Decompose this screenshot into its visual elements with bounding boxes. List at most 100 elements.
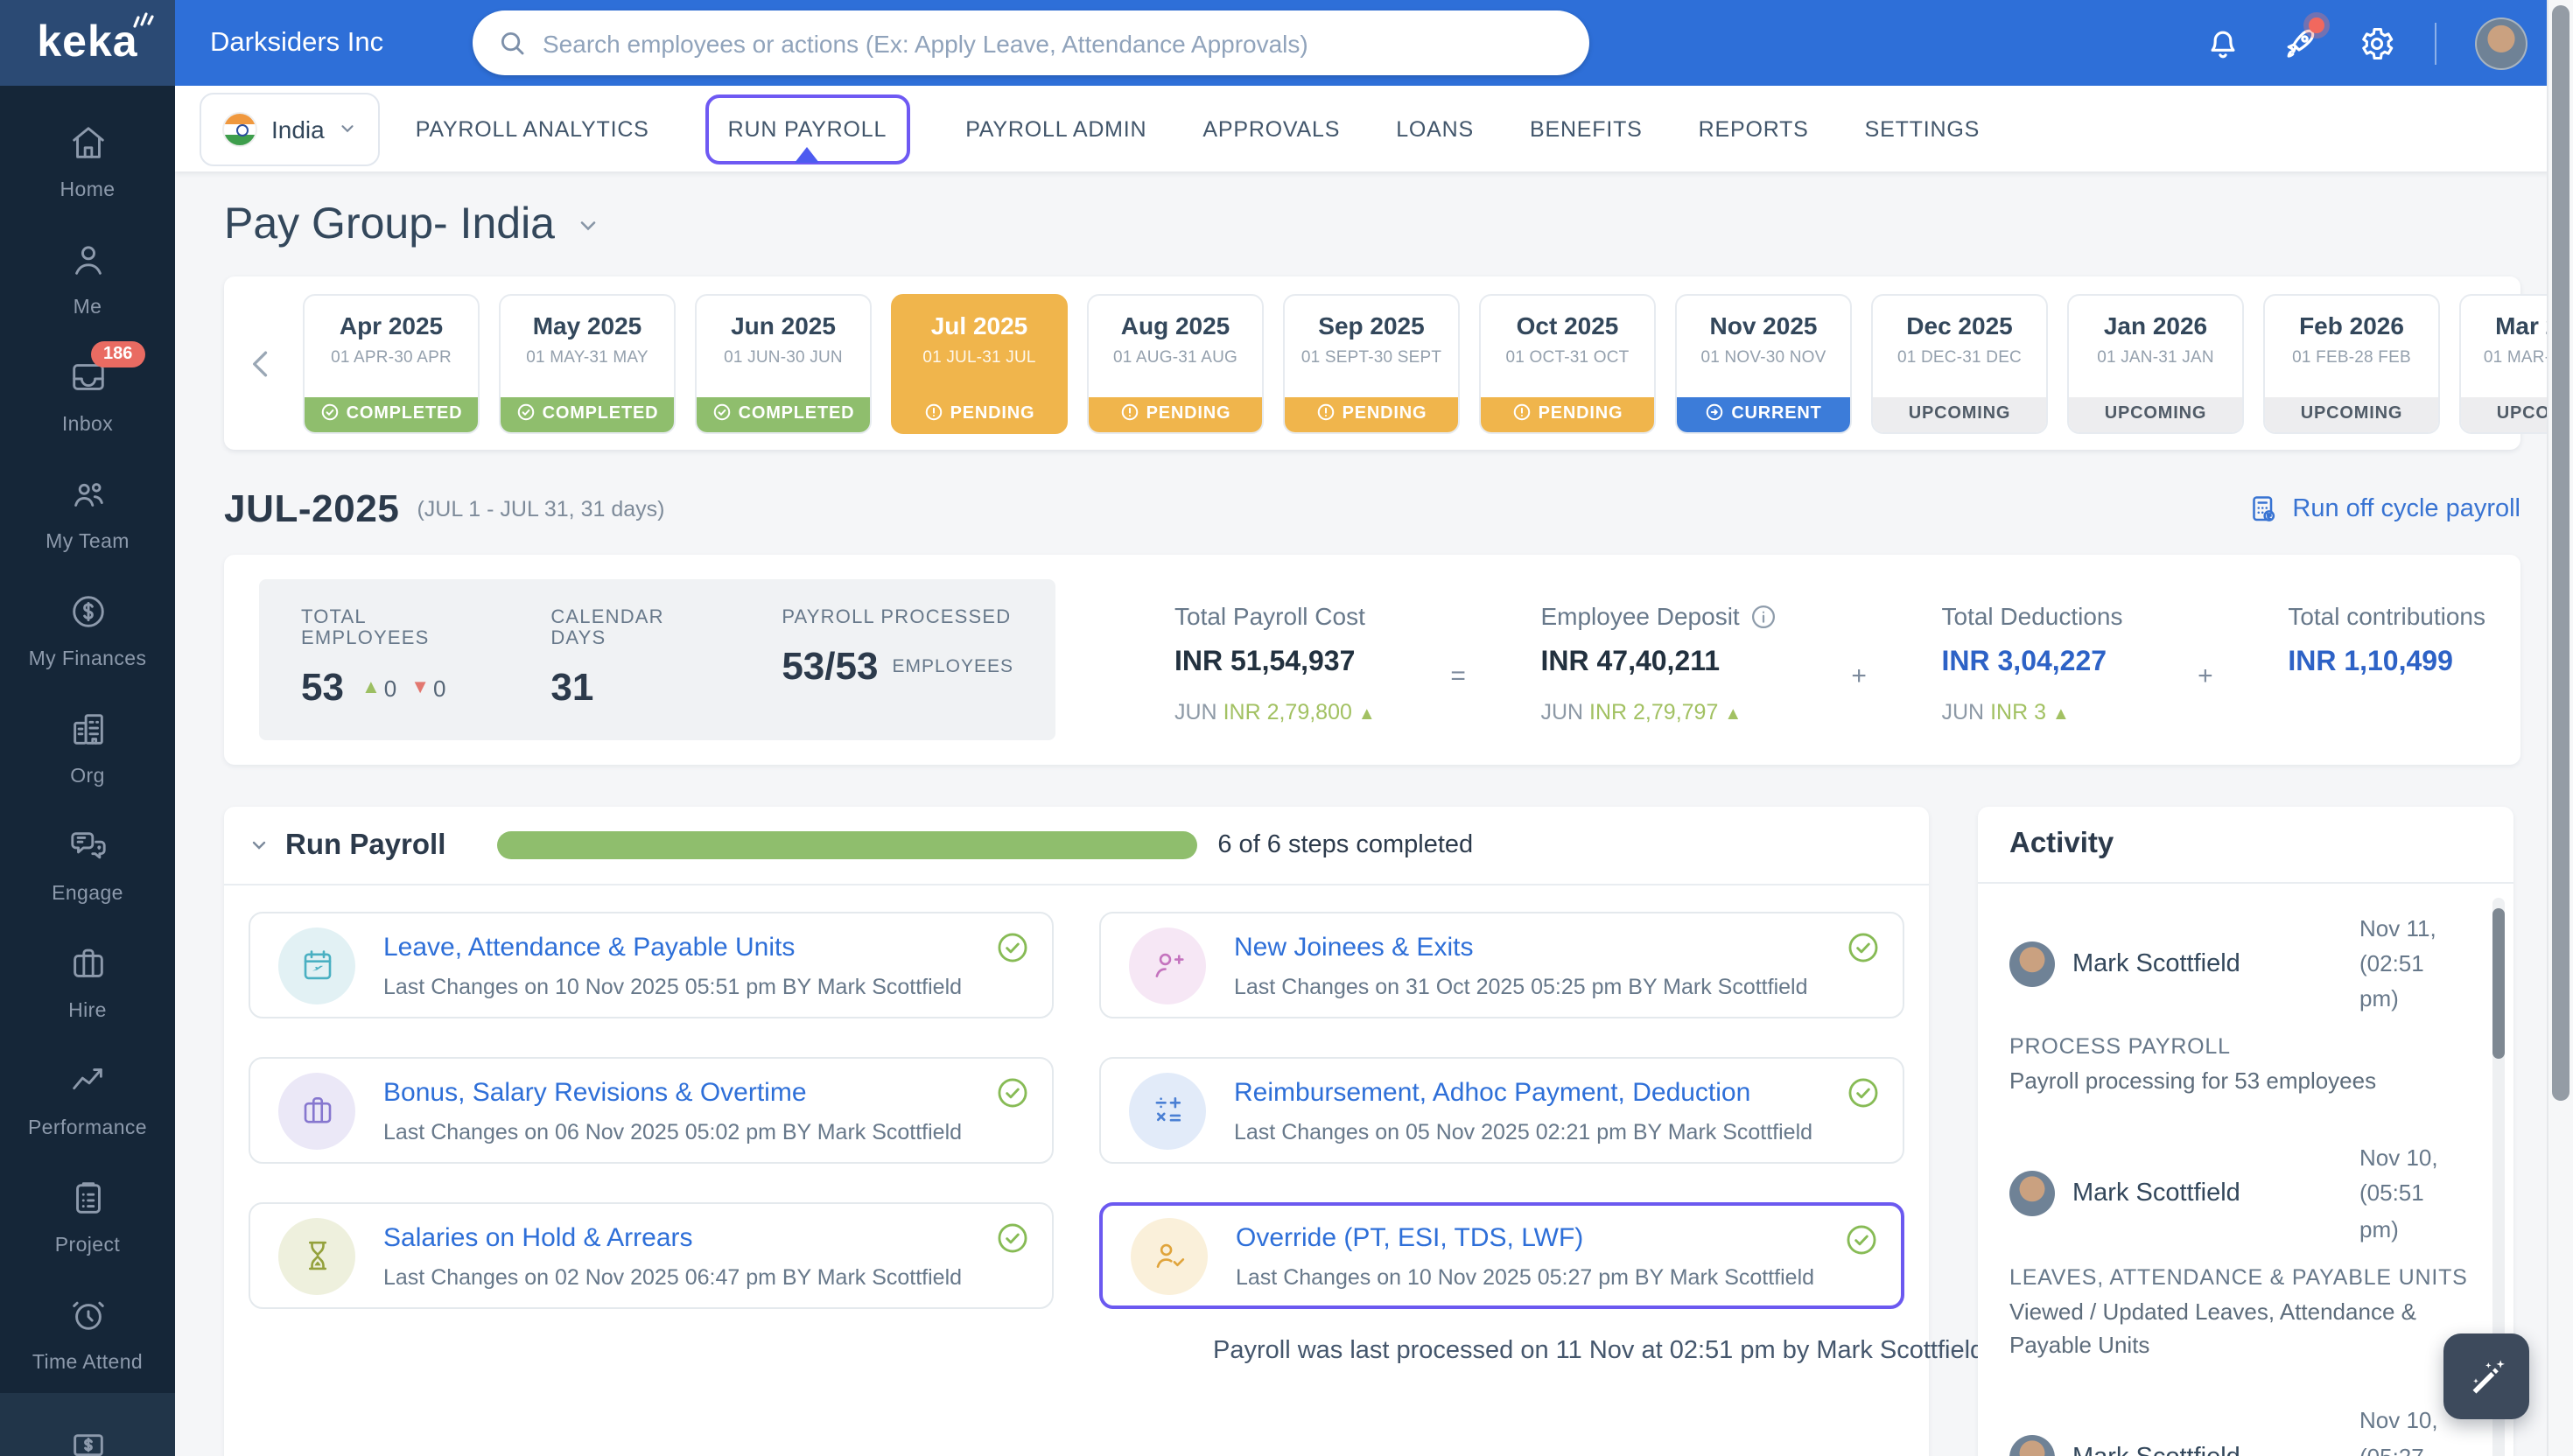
month-card-oct-2025[interactable]: Oct 2025 01 OCT-31 OCT PENDING xyxy=(1479,293,1656,433)
step-title[interactable]: Bonus, Salary Revisions & Overtime xyxy=(383,1077,962,1107)
carousel-prev-icon[interactable] xyxy=(242,344,280,382)
inbox-badge: 186 xyxy=(91,341,145,368)
previous-month-value: JUN INR 2,79,800 ▲ xyxy=(1174,700,1376,724)
step-last-changed: Last Changes on 02 Nov 2025 06:47 pm BY … xyxy=(383,1264,963,1289)
month-card-aug-2025[interactable]: Aug 2025 01 AUG-31 AUG PENDING xyxy=(1087,293,1264,433)
step-last-changed: Last Changes on 05 Nov 2025 02:21 pm BY … xyxy=(1234,1119,1813,1144)
step-title[interactable]: New Joinees & Exits xyxy=(1234,932,1808,962)
notification-dot xyxy=(2309,17,2324,32)
tab-loans[interactable]: LOANS xyxy=(1396,116,1474,141)
briefcase-icon xyxy=(278,1072,355,1149)
sidebar-item-org[interactable]: Org xyxy=(0,690,175,807)
search-placeholder: Search employees or actions (Ex: Apply L… xyxy=(543,29,1308,57)
activity-timestamp: Nov 11, (02:51 pm) xyxy=(2359,915,2436,1012)
last-processed-note: Payroll was last processed on 11 Nov at … xyxy=(1213,1337,1985,1365)
tab-payroll-admin[interactable]: PAYROLL ADMIN xyxy=(965,116,1146,141)
status-arrow-icon xyxy=(1705,402,1724,426)
month-range: 01 APR-30 APR xyxy=(331,347,452,367)
sidebar-item-project[interactable]: Project xyxy=(0,1158,175,1276)
step-card-override-pt-esi-tds-lwf[interactable]: Override (PT, ESI, TDS, LWF) Last Changes… xyxy=(1099,1202,1904,1309)
step-title[interactable]: Reimbursement, Adhoc Payment, Deduction xyxy=(1234,1077,1812,1107)
global-search-input[interactable]: Search employees or actions (Ex: Apply L… xyxy=(473,10,1589,75)
user-avatar[interactable] xyxy=(2475,17,2527,69)
month-card-nov-2025[interactable]: Nov 2025 01 NOV-30 NOV CURRENT xyxy=(1675,293,1852,433)
sidebar-item-performance[interactable]: Performance xyxy=(0,1041,175,1158)
month-card-dec-2025[interactable]: Dec 2025 01 DEC-31 DEC UPCOMING xyxy=(1871,293,2048,433)
sidebar-item-inbox[interactable]: Inbox 186 xyxy=(0,338,175,455)
step-card-leave-attendance-payable-units[interactable]: Leave, Attendance & Payable Units Last Ch… xyxy=(249,912,1054,1018)
month-range: 01 AUG-31 AUG xyxy=(1112,347,1237,367)
cost-value: INR 51,54,937 xyxy=(1174,648,1356,677)
step-complete-check-icon xyxy=(1847,931,1880,964)
activity-user-name[interactable]: Mark Scottfield xyxy=(2072,1443,2359,1456)
header-actions xyxy=(2204,0,2527,86)
sidebar-item-hire[interactable]: Hire xyxy=(0,924,175,1041)
previous-month-value: JUN INR 2,79,797 ▲ xyxy=(1540,700,1742,724)
month-name: May 2025 xyxy=(532,311,642,339)
month-card-apr-2025[interactable]: Apr 2025 01 APR-30 APR COMPLETED xyxy=(303,293,480,433)
tab-approvals[interactable]: APPROVALS xyxy=(1202,116,1340,141)
team-icon xyxy=(67,474,108,523)
title-chevron-down-icon[interactable] xyxy=(576,213,600,237)
activity-timestamp: Nov 10, (05:51 pm) xyxy=(2359,1144,2438,1242)
step-card-reimbursement-adhoc-payment-deduction[interactable]: Reimbursement, Adhoc Payment, Deduction L… xyxy=(1099,1057,1904,1164)
step-card-new-joinees-exits[interactable]: New Joinees & Exits Last Changes on 31 Oc… xyxy=(1099,912,1904,1018)
month-card-feb-2026[interactable]: Feb 2026 01 FEB-28 FEB UPCOMING xyxy=(2263,293,2440,433)
activity-user-name[interactable]: Mark Scottfield xyxy=(2072,1180,2359,1208)
settings-gear-icon[interactable] xyxy=(2358,24,2396,62)
region-selector[interactable]: India xyxy=(200,92,381,165)
tab-settings[interactable]: SETTINGS xyxy=(1865,116,1980,141)
step-title[interactable]: Salaries on Hold & Arrears xyxy=(383,1222,962,1252)
sidebar-item-engage[interactable]: Engage xyxy=(0,807,175,924)
step-title[interactable]: Override (PT, ESI, TDS, LWF) xyxy=(1236,1222,1814,1252)
sidebar-item-payroll[interactable] xyxy=(0,1393,175,1456)
month-card-jul-2025[interactable]: Jul 2025 01 JUL-31 JUL PENDING xyxy=(891,293,1068,433)
activity-avatar xyxy=(2009,1434,2055,1456)
step-card-bonus-salary-revisions-overtime[interactable]: Bonus, Salary Revisions & Overtime Last C… xyxy=(249,1057,1054,1164)
active-tab-indicator[interactable]: RUN PAYROLL xyxy=(705,94,910,164)
month-card-sep-2025[interactable]: Sep 2025 01 SEPT-30 SEPT PENDING xyxy=(1283,293,1460,433)
run-off-cycle-payroll-link[interactable]: Run off cycle payroll xyxy=(2247,494,2520,525)
sidebar-item-me[interactable]: Me xyxy=(0,220,175,338)
activity-user-name[interactable]: Mark Scottfield xyxy=(2072,950,2359,978)
step-title[interactable]: Leave, Attendance & Payable Units xyxy=(383,932,962,962)
assistant-wand-button[interactable] xyxy=(2443,1334,2529,1419)
cost-total-contributions: Total contributions INR 1,10,499 xyxy=(2288,602,2485,679)
step-card-salaries-on-hold-arrears[interactable]: Salaries on Hold & Arrears Last Changes o… xyxy=(249,1202,1054,1309)
collapse-chevron-icon[interactable] xyxy=(249,835,270,856)
sidebar-item-my-finances[interactable]: My Finances xyxy=(0,572,175,690)
stat-total-employees: TOTAL EMPLOYEES 53 ▲ 0 ▼ 0 xyxy=(301,607,452,740)
search-icon xyxy=(501,32,524,55)
tab-run-payroll[interactable]: RUN PAYROLL xyxy=(728,116,887,141)
up-caret-icon: ▲ xyxy=(361,677,381,698)
cost-label: Employee Deposit xyxy=(1540,602,1776,630)
sidebar-item-time-attend[interactable]: Time Attend xyxy=(0,1276,175,1393)
month-name: Feb 2026 xyxy=(2299,311,2404,339)
month-status-badge: PENDING xyxy=(1089,396,1262,431)
keka-logo[interactable]: keka xyxy=(0,0,175,86)
month-card-jun-2025[interactable]: Jun 2025 01 JUN-30 JUN COMPLETED xyxy=(695,293,872,433)
company-name: Darksiders Inc xyxy=(210,27,384,57)
activity-panel: Activity Mark Scottfield Nov 11, (02:51 p… xyxy=(1978,807,2513,1456)
month-status-badge: PENDING xyxy=(1285,396,1458,431)
whats-new-rocket-icon[interactable] xyxy=(2281,17,2324,62)
month-range: 01 NOV-30 NOV xyxy=(1700,347,1826,367)
calendar-travel-icon xyxy=(278,927,355,1004)
month-card-may-2025[interactable]: May 2025 01 MAY-31 MAY COMPLETED xyxy=(499,293,676,433)
sidebar-item-label: Engage xyxy=(52,884,123,905)
sidebar-item-my-team[interactable]: My Team xyxy=(0,455,175,572)
tab-reports[interactable]: REPORTS xyxy=(1699,116,1809,141)
month-range: 01 JUL-31 JUL xyxy=(922,347,1036,367)
tabs: PAYROLL ANALYTICS RUN PAYROLL PAYROLL ADMI… xyxy=(416,94,1980,164)
sidebar-item-home[interactable]: Home xyxy=(0,103,175,220)
month-card-jan-2026[interactable]: Jan 2026 01 JAN-31 JAN UPCOMING xyxy=(2067,293,2244,433)
tab-payroll-analytics[interactable]: PAYROLL ANALYTICS xyxy=(416,116,649,141)
activity-item: Mark ScottfieldNov 10, (05:27 pm) xyxy=(2009,1404,2468,1456)
scrollbar-thumb[interactable] xyxy=(2552,5,2569,1101)
status-check-icon xyxy=(516,402,536,426)
home-icon xyxy=(67,122,108,172)
notification-bell-icon[interactable] xyxy=(2204,24,2242,62)
tab-benefits[interactable]: BENEFITS xyxy=(1530,116,1643,141)
page-scrollbar[interactable] xyxy=(2547,0,2573,1456)
activity-category: PROCESS PAYROLL xyxy=(2009,1034,2231,1060)
